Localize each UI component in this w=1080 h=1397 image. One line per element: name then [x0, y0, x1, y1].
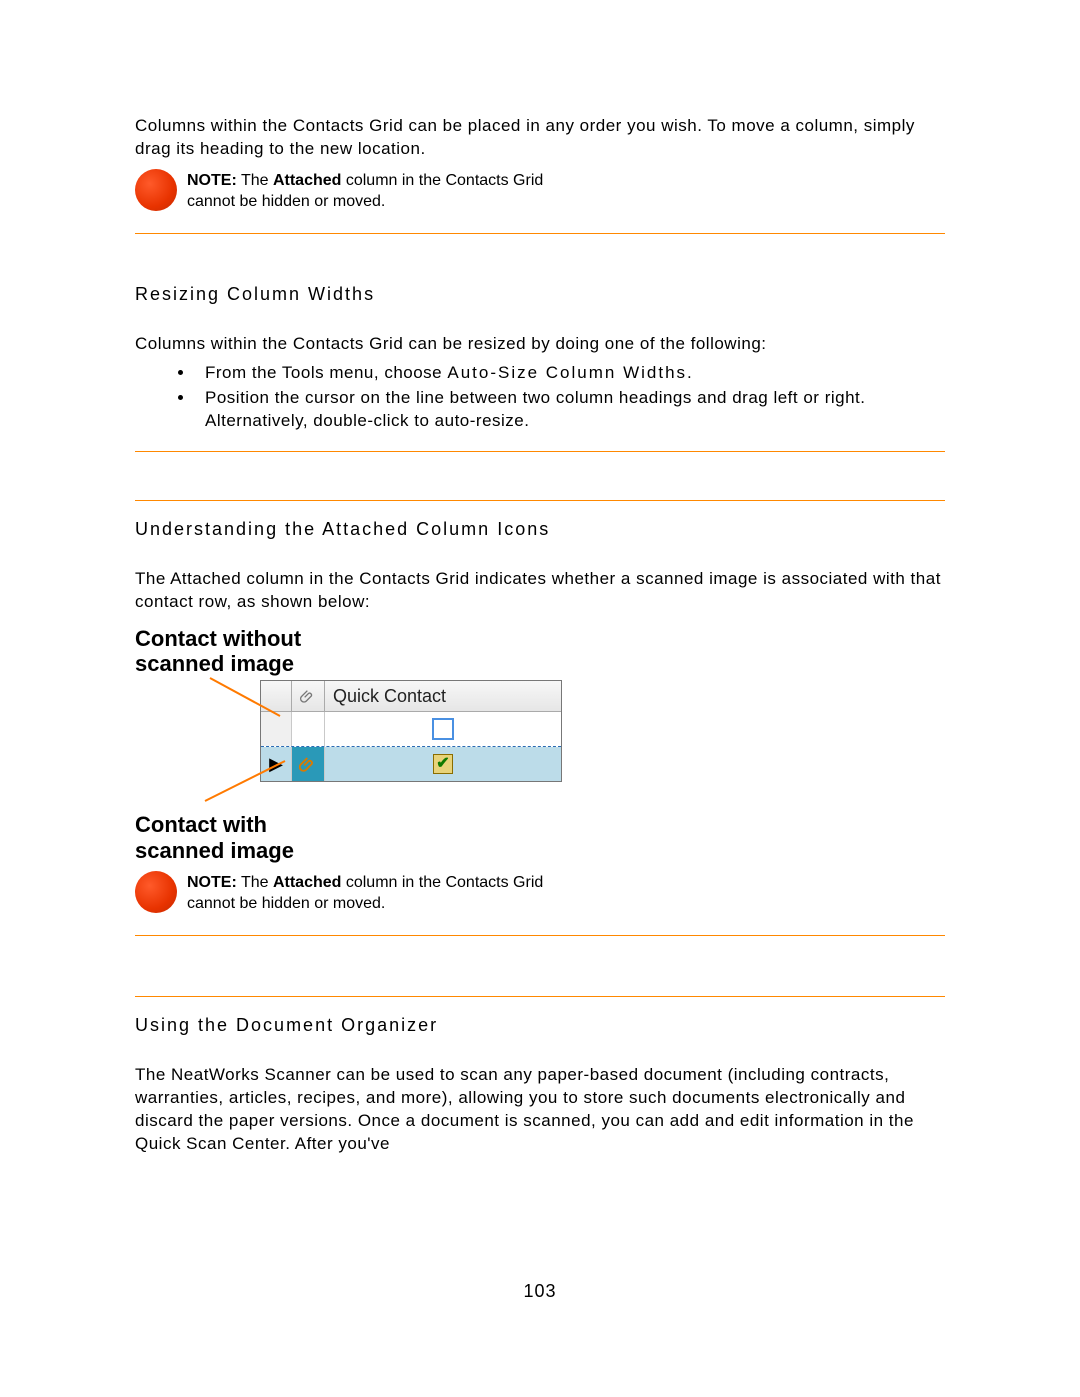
label-contact-with: Contact with scanned image — [135, 812, 565, 863]
attached-paperclip-icon — [292, 747, 325, 781]
bullet-2: Position the cursor on the line between … — [195, 387, 945, 433]
contacts-grid-sample: Quick Contact ▶ ✔ — [260, 680, 562, 782]
bullet-1: From the Tools menu, choose Auto-Size Co… — [195, 362, 945, 385]
page-number: 103 — [0, 1281, 1080, 1302]
attached-illustration: Contact without scanned image Quick Cont… — [135, 626, 565, 863]
divider — [135, 233, 945, 234]
divider — [135, 996, 945, 997]
attached-header-icon — [292, 681, 325, 711]
divider — [135, 451, 945, 452]
row-selector-header — [261, 681, 292, 711]
note-dot-icon — [135, 871, 177, 913]
resizing-intro: Columns within the Contacts Grid can be … — [135, 333, 945, 356]
row-pointer-icon: ▶ — [269, 754, 283, 775]
note-dot-icon — [135, 169, 177, 211]
note-1: NOTE: The Attached column in the Contact… — [135, 169, 945, 213]
divider — [135, 935, 945, 936]
intro-paragraph: Columns within the Contacts Grid can be … — [135, 115, 945, 161]
divider — [135, 500, 945, 501]
grid-header-row: Quick Contact — [261, 681, 561, 712]
note-1-text: NOTE: The Attached column in the Contact… — [187, 169, 587, 213]
heading-resizing: Resizing Column Widths — [135, 284, 945, 305]
note-2-text: NOTE: The Attached column in the Contact… — [187, 871, 587, 915]
heading-attached-icons: Understanding the Attached Column Icons — [135, 519, 945, 540]
grid-row-attached: ▶ ✔ — [261, 747, 561, 781]
note-2: NOTE: The Attached column in the Contact… — [135, 871, 945, 915]
heading-doc-organizer: Using the Document Organizer — [135, 1015, 945, 1036]
checkbox-checked-icon: ✔ — [433, 754, 453, 774]
label-contact-without: Contact without scanned image — [135, 626, 565, 677]
quick-contact-header: Quick Contact — [325, 681, 561, 711]
attached-intro: The Attached column in the Contacts Grid… — [135, 568, 945, 614]
resizing-bullets: From the Tools menu, choose Auto-Size Co… — [135, 362, 945, 433]
grid-row-unattached — [261, 712, 561, 747]
doc-organizer-body: The NeatWorks Scanner can be used to sca… — [135, 1064, 945, 1156]
checkbox-unchecked-icon — [432, 718, 454, 740]
